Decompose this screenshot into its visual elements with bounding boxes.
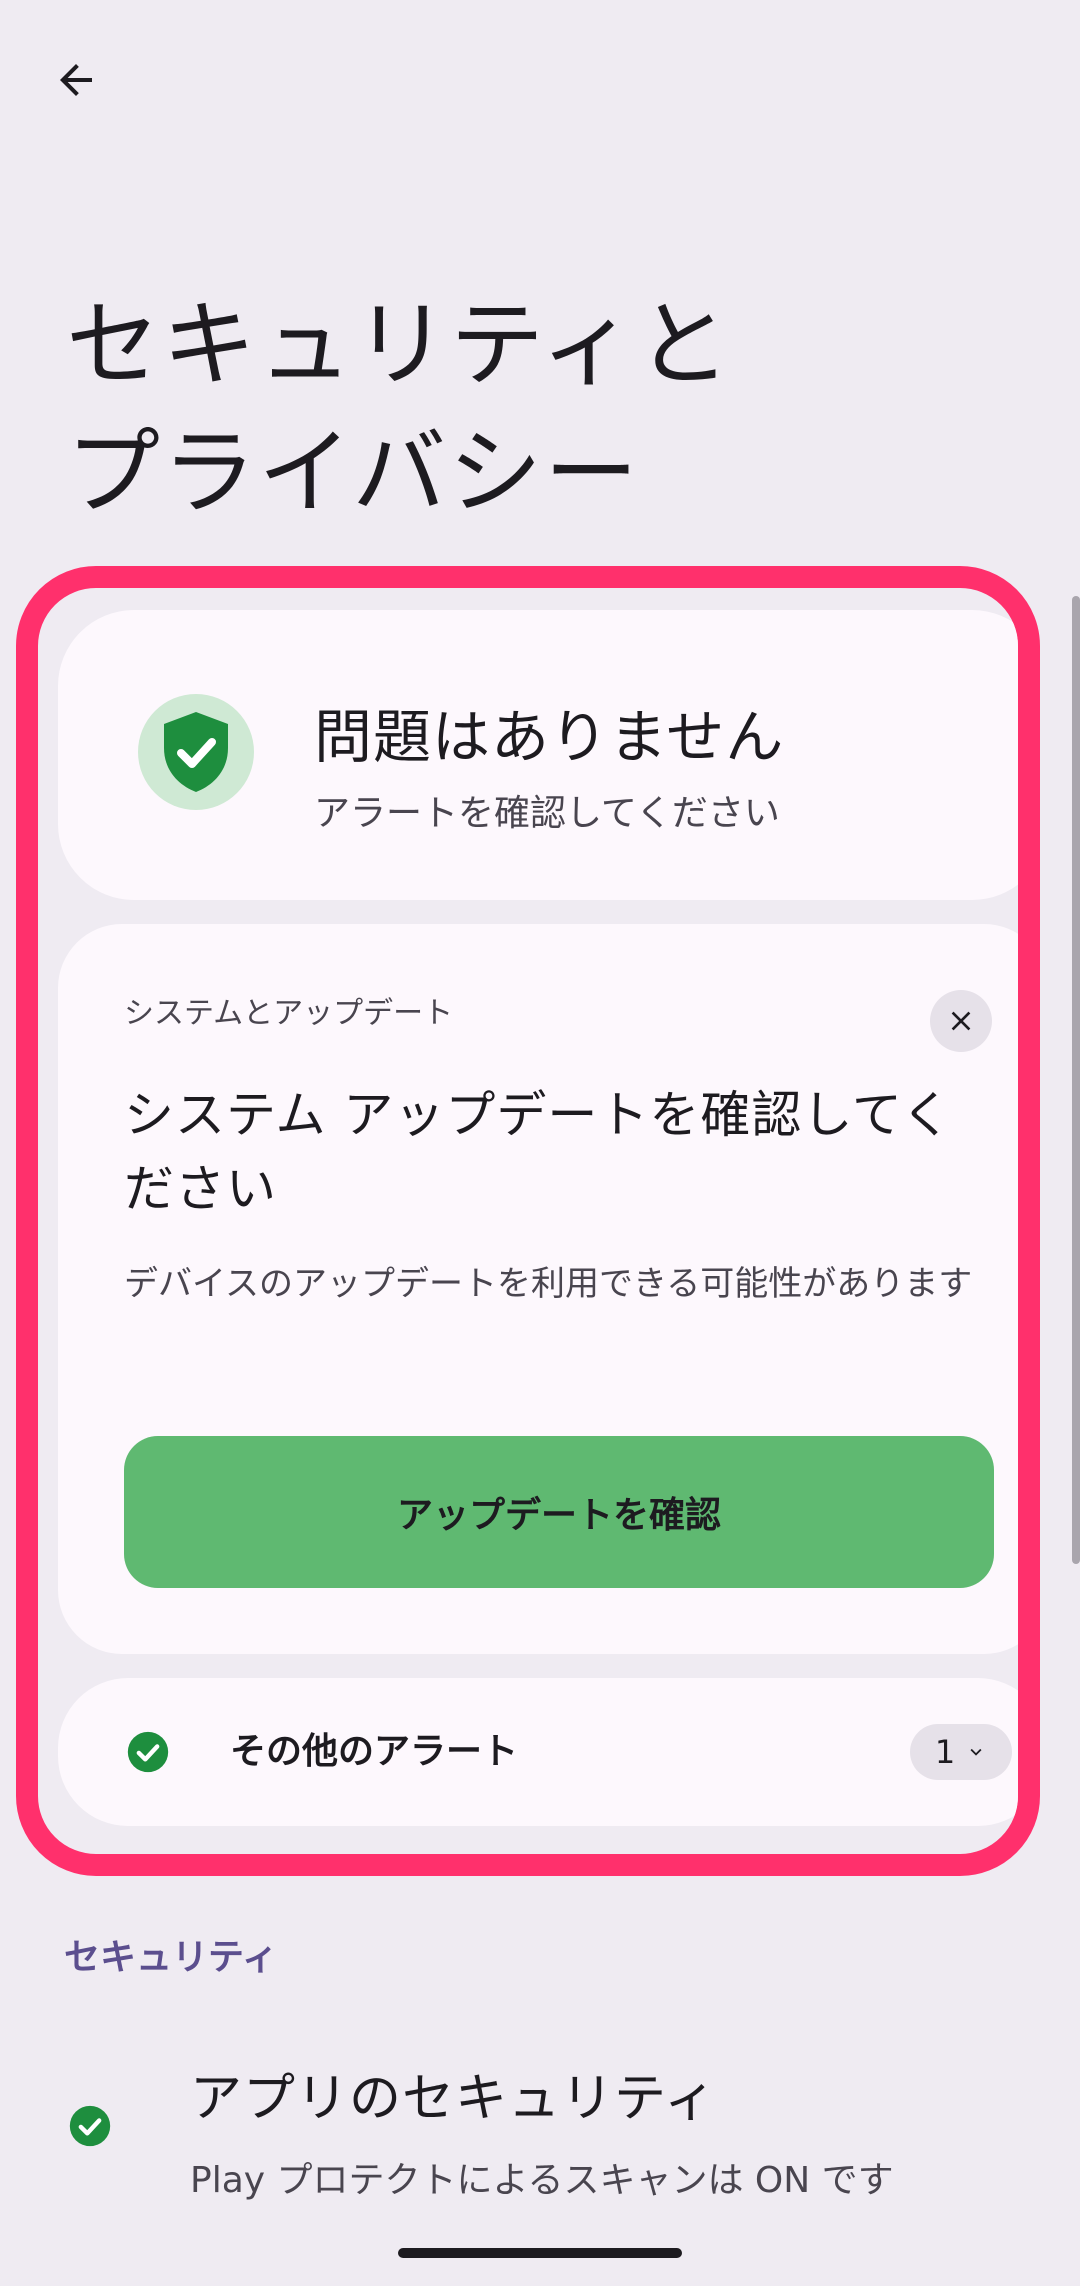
- security-status-card: 問題はありません アラートを確認してください: [58, 610, 1018, 900]
- alerts-count: 1: [934, 1733, 956, 1771]
- check-update-button[interactable]: アップデートを確認: [124, 1436, 994, 1588]
- other-alerts-label: その他のアラート: [230, 1731, 519, 1772]
- app-security-subtitle: Play プロテクトによるスキャンは ON です: [190, 2160, 894, 2201]
- dismiss-button[interactable]: [930, 990, 992, 1052]
- app-security-item[interactable]: アプリのセキュリティ Play プロテクトによるスキャンは ON です: [0, 2040, 1080, 2220]
- status-icon-container: [138, 694, 254, 810]
- scrollbar[interactable]: [1072, 596, 1080, 1564]
- update-description: デバイスのアップデートを利用できる可能性があります: [124, 1264, 973, 1304]
- alerts-highlight-frame: 問題はありません アラートを確認してください システムとアップデート システム …: [16, 566, 1040, 1876]
- arrow-left-icon: [60, 64, 92, 96]
- update-title: システム アップデートを確認してください: [124, 1086, 953, 1218]
- check-circle-icon: [127, 1731, 169, 1773]
- chevron-down-icon: [970, 1748, 982, 1756]
- alerts-count-chip[interactable]: 1: [910, 1724, 1012, 1780]
- gesture-nav-handle[interactable]: [398, 2248, 682, 2258]
- status-title: 問題はありません: [314, 703, 785, 771]
- system-update-card: システムとアップデート システム アップデートを確認してください デバイスのアッ…: [58, 924, 1018, 1654]
- update-category: システムとアップデート: [124, 996, 454, 1031]
- app-security-title: アプリのセキュリティ: [190, 2069, 717, 2129]
- close-icon: [951, 1011, 971, 1031]
- shield-check-icon: [164, 712, 228, 792]
- status-subtitle: アラートを確認してください: [314, 793, 780, 834]
- check-circle-icon: [69, 2105, 111, 2147]
- page-title: セキュリティと プライバシー: [66, 291, 733, 528]
- other-alerts-row[interactable]: その他のアラート 1: [58, 1678, 1018, 1826]
- back-button[interactable]: [36, 40, 116, 120]
- security-section-header: セキュリティ: [64, 1937, 278, 1978]
